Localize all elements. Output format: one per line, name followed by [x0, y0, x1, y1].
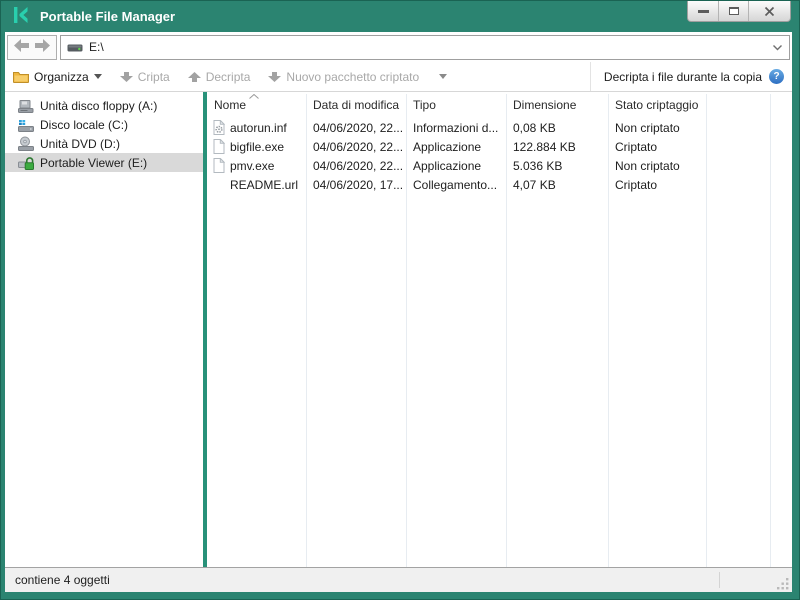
dropdown-caret-icon — [94, 74, 102, 79]
main-area: Unità disco floppy (A:) Disco loca — [5, 92, 792, 567]
dvd-drive-icon — [17, 136, 34, 152]
folder-icon — [13, 70, 29, 83]
sidebar-item-label: Disco locale (C:) — [40, 118, 128, 132]
title-bar: Portable File Manager — [0, 0, 800, 32]
drive-icon — [67, 42, 83, 53]
column-header-stato-criptaggio[interactable]: Stato criptaggio — [608, 92, 706, 118]
minimize-icon — [698, 10, 709, 13]
status-text: contiene 4 oggetti — [15, 573, 110, 587]
forward-arrow-icon — [35, 39, 50, 52]
file-size: 4,07 KB — [506, 178, 608, 192]
organizza-button[interactable]: Organizza — [13, 70, 102, 84]
scrollbar-track-edge — [770, 94, 771, 567]
window-title: Portable File Manager — [40, 9, 175, 24]
nuovo-pacchetto-label: Nuovo pacchetto criptato — [286, 70, 419, 84]
file-modified: 04/06/2020, 22... — [306, 140, 406, 154]
file-list: Nome Data di modifica Tipo Dimensione St… — [207, 92, 792, 567]
close-button[interactable] — [748, 1, 790, 21]
file-type: Applicazione — [406, 159, 506, 173]
column-header-dimensione[interactable]: Dimensione — [506, 92, 608, 118]
address-bar-row: E:\ — [5, 32, 792, 62]
file-icon — [212, 158, 226, 173]
organizza-label: Organizza — [34, 70, 89, 84]
window-body: E:\ Organizza — [5, 32, 792, 592]
file-row-autorun-inf[interactable]: autorun.inf 04/06/2020, 22... Informazio… — [207, 118, 792, 137]
close-icon — [764, 6, 775, 17]
chevron-down-icon[interactable] — [772, 44, 783, 51]
file-size: 5.036 KB — [506, 159, 608, 173]
sidebar-item-dvd-d[interactable]: Unità DVD (D:) — [5, 134, 203, 153]
kaspersky-k-logo-icon — [13, 6, 29, 27]
back-arrow-icon — [14, 39, 29, 52]
file-modified: 04/06/2020, 17... — [306, 178, 406, 192]
file-encryption-status: Non criptato — [608, 159, 706, 173]
address-combobox[interactable]: E:\ — [60, 35, 790, 60]
portable-file-manager-window: Portable File Manager — [0, 0, 800, 600]
resize-grip[interactable] — [777, 577, 790, 590]
maximize-button[interactable] — [718, 1, 748, 21]
encrypted-drive-icon — [17, 155, 34, 171]
back-button[interactable] — [14, 39, 29, 55]
forward-button[interactable] — [35, 39, 50, 55]
nuovo-pacchetto-criptato-button[interactable]: Nuovo pacchetto criptato — [268, 70, 447, 84]
file-size: 0,08 KB — [506, 121, 608, 135]
sidebar-item-local-disk-c[interactable]: Disco locale (C:) — [5, 115, 203, 134]
help-icon[interactable]: ? — [769, 69, 784, 84]
file-type: Informazioni d... — [406, 121, 506, 135]
autorun-file-icon — [212, 120, 226, 135]
file-row-pmv-exe[interactable]: pmv.exe 04/06/2020, 22... Applicazione 5… — [207, 156, 792, 175]
file-name: autorun.inf — [230, 121, 287, 135]
file-size: 122.884 KB — [506, 140, 608, 154]
hard-disk-icon — [17, 117, 34, 133]
file-modified: 04/06/2020, 22... — [306, 121, 406, 135]
drives-sidebar: Unità disco floppy (A:) Disco loca — [5, 92, 203, 567]
decrypt-on-copy-option: Decripta i file durante la copia ? — [590, 62, 784, 91]
cripta-label: Cripta — [138, 70, 170, 84]
decrypt-on-copy-label: Decripta i file durante la copia — [604, 70, 762, 84]
column-header-tipo[interactable]: Tipo — [406, 92, 506, 118]
sidebar-item-label: Unità DVD (D:) — [40, 137, 120, 151]
column-header-data-di-modifica[interactable]: Data di modifica — [306, 92, 406, 118]
file-type: Applicazione — [406, 140, 506, 154]
column-divider[interactable] — [406, 94, 407, 567]
minimize-button[interactable] — [688, 1, 718, 21]
toolbar: Organizza Cripta Decripta — [5, 62, 792, 92]
cripta-button[interactable]: Cripta — [120, 70, 170, 84]
file-type: Collegamento... — [406, 178, 506, 192]
sidebar-item-floppy-a[interactable]: Unità disco floppy (A:) — [5, 96, 203, 115]
column-divider[interactable] — [306, 94, 307, 567]
sidebar-item-label: Portable Viewer (E:) — [40, 156, 147, 170]
address-path[interactable]: E:\ — [89, 40, 766, 54]
file-name: pmv.exe — [230, 159, 274, 173]
floppy-drive-icon — [17, 98, 34, 114]
file-icon — [212, 139, 226, 154]
decripta-label: Decripta — [206, 70, 251, 84]
sidebar-item-portable-viewer-e[interactable]: Portable Viewer (E:) — [5, 153, 203, 172]
navigation-buttons — [7, 35, 57, 60]
file-modified: 04/06/2020, 22... — [306, 159, 406, 173]
column-divider[interactable] — [706, 94, 707, 567]
arrow-down-icon — [120, 71, 133, 83]
sort-ascending-icon — [249, 94, 259, 99]
arrow-up-icon — [188, 71, 201, 83]
file-row-bigfile-exe[interactable]: bigfile.exe 04/06/2020, 22... Applicazio… — [207, 137, 792, 156]
column-divider[interactable] — [506, 94, 507, 567]
column-divider[interactable] — [608, 94, 609, 567]
file-encryption-status: Criptato — [608, 140, 706, 154]
maximize-icon — [729, 7, 739, 15]
arrow-down-icon — [268, 71, 281, 83]
file-encryption-status: Criptato — [608, 178, 706, 192]
file-name: bigfile.exe — [230, 140, 284, 154]
file-row-readme-url[interactable]: README.url 04/06/2020, 17... Collegament… — [207, 175, 792, 194]
decripta-button[interactable]: Decripta — [188, 70, 251, 84]
file-encryption-status: Non criptato — [608, 121, 706, 135]
sidebar-item-label: Unità disco floppy (A:) — [40, 99, 157, 113]
status-bar-divider — [719, 572, 720, 588]
file-name: README.url — [230, 178, 298, 192]
dropdown-caret-icon — [439, 74, 447, 79]
window-controls — [687, 1, 791, 22]
status-bar: contiene 4 oggetti — [5, 567, 792, 592]
column-header-row: Nome Data di modifica Tipo Dimensione St… — [207, 92, 792, 118]
